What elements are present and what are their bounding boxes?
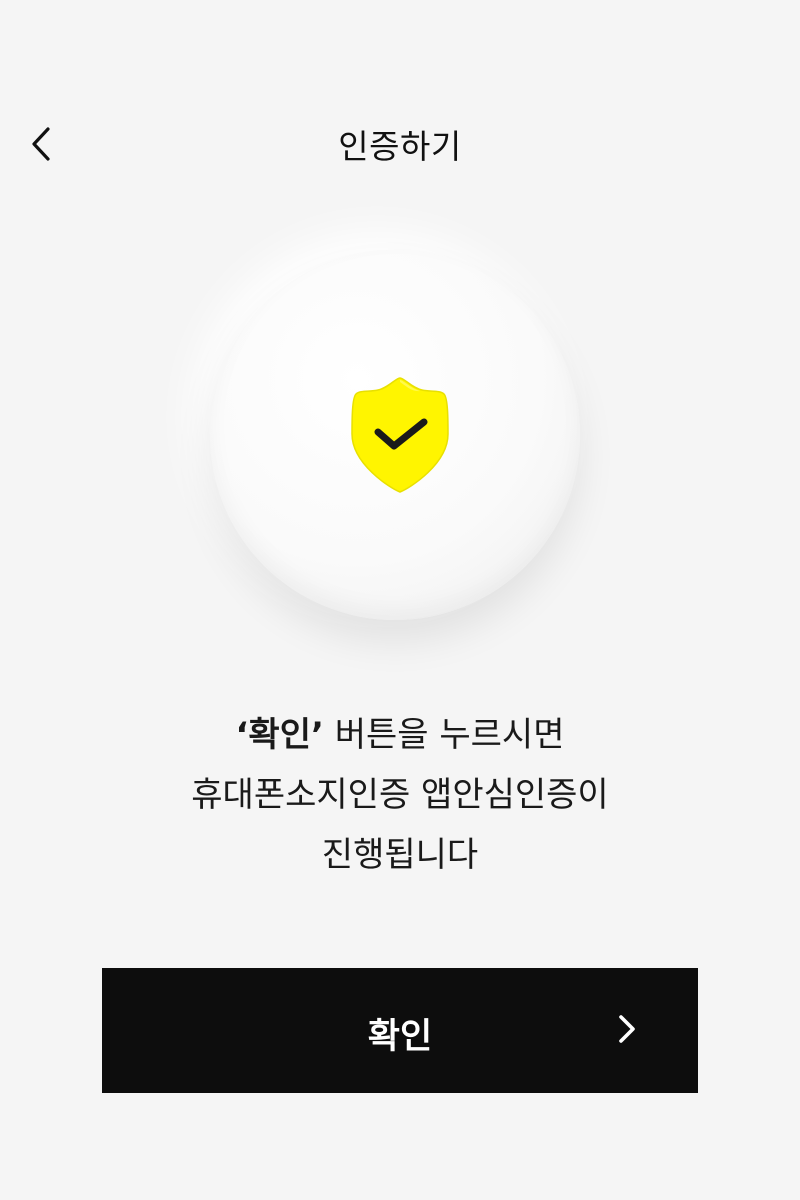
confirm-button[interactable]: 확인: [102, 968, 698, 1093]
instruction-message: ‘확인’ 버튼을 누르시면 휴대폰소지인증 앱안심인증이 진행됩니다: [0, 705, 800, 885]
confirm-button-label: 확인: [367, 1017, 433, 1057]
message-highlight: ‘확인’: [235, 715, 324, 755]
message-line-3: 진행됩니다: [321, 835, 479, 875]
message-line-1: ‘확인’ 버튼을 누르시면: [0, 705, 800, 765]
chevron-right-icon: [619, 1015, 635, 1043]
security-badge: [210, 250, 580, 620]
message-line-1-rest: 버튼을 누르시면: [323, 715, 565, 755]
shield-check-icon: [351, 377, 449, 493]
page-title: 인증하기: [338, 127, 462, 166]
message-line-2: 휴대폰소지인증 앱안심인증이: [191, 775, 609, 815]
header: 인증하기: [0, 100, 800, 180]
